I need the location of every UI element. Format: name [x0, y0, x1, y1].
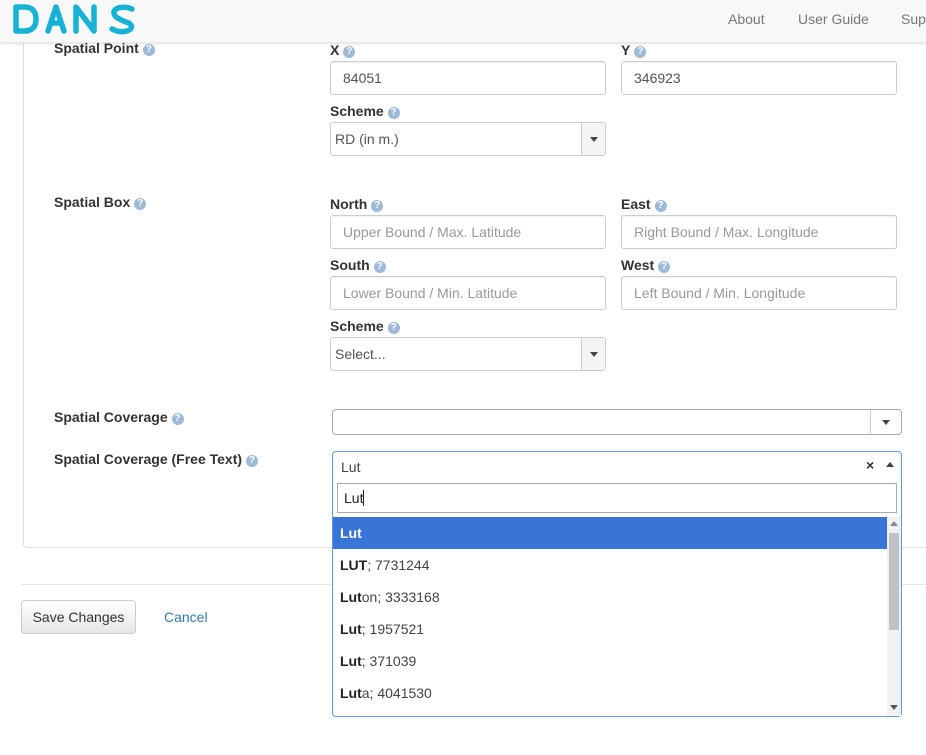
- east-label-text: East: [621, 196, 651, 212]
- option-rest: ; 371039: [361, 653, 417, 669]
- result-option[interactable]: Luton; 3333168: [333, 581, 887, 613]
- chevron-down-icon: [590, 352, 598, 357]
- chevron-up-icon[interactable]: [886, 462, 894, 467]
- save-changes-button[interactable]: Save Changes: [21, 600, 136, 634]
- result-option[interactable]: LUT; 7731244: [333, 549, 887, 581]
- south-label-text: South: [330, 257, 370, 273]
- east-input[interactable]: Right Bound / Max. Longitude: [621, 215, 897, 249]
- clear-icon[interactable]: ×: [866, 457, 874, 473]
- help-icon[interactable]: ?: [658, 261, 671, 273]
- south-input[interactable]: Lower Bound / Min. Latitude: [330, 276, 606, 310]
- nav-support[interactable]: Sup: [901, 11, 926, 27]
- help-icon[interactable]: ?: [246, 455, 259, 467]
- north-label-text: North: [330, 196, 368, 212]
- option-rest: ; 1957521: [361, 621, 425, 637]
- point-scheme-label-text: Scheme: [330, 103, 384, 119]
- x-label: X?: [330, 42, 356, 58]
- select-arrow[interactable]: [581, 123, 605, 155]
- y-label: Y?: [621, 42, 647, 58]
- spatial-coverage-select[interactable]: [332, 409, 902, 435]
- spatial-coverage-free-label: Spatial Coverage (Free Text)?: [54, 451, 259, 467]
- box-scheme-value: Select...: [335, 346, 386, 362]
- nav-about[interactable]: About: [728, 11, 765, 27]
- south-label: South?: [330, 257, 386, 273]
- result-option[interactable]: Luta; 4041530: [333, 677, 887, 709]
- point-scheme-value: RD (in m.): [335, 131, 399, 147]
- select-arrow[interactable]: [581, 338, 605, 370]
- west-input[interactable]: Left Bound / Min. Longitude: [621, 276, 897, 310]
- option-rest: on; 3333168: [361, 589, 440, 605]
- cancel-link[interactable]: Cancel: [164, 609, 208, 625]
- text-cursor: [363, 490, 365, 506]
- north-input[interactable]: Upper Bound / Max. Latitude: [330, 215, 606, 249]
- spatial-box-label-text: Spatial Box: [54, 194, 131, 210]
- y-input[interactable]: 346923: [621, 61, 897, 95]
- help-icon[interactable]: ?: [371, 200, 384, 212]
- help-icon[interactable]: ?: [171, 413, 184, 425]
- scrollbar-thumb[interactable]: [889, 533, 899, 630]
- help-icon[interactable]: ?: [387, 107, 400, 119]
- east-label: East?: [621, 196, 667, 212]
- nav-user-guide[interactable]: User Guide: [798, 11, 869, 27]
- result-option[interactable]: Lut: [333, 517, 887, 549]
- box-scheme-label: Scheme?: [330, 318, 400, 334]
- y-label-text: Y: [621, 42, 631, 58]
- help-icon[interactable]: ?: [634, 46, 647, 58]
- point-scheme-select[interactable]: RD (in m.): [330, 122, 606, 156]
- help-icon[interactable]: ?: [654, 200, 667, 212]
- scroll-up-icon[interactable]: [890, 521, 898, 526]
- chevron-down-icon: [882, 420, 890, 425]
- option-rest: a; 4041530: [361, 685, 432, 701]
- x-input[interactable]: 84051: [330, 61, 606, 95]
- result-option[interactable]: Lut; 371039: [333, 645, 887, 677]
- dropdown-search-input[interactable]: Lut: [337, 483, 897, 513]
- selected-value: Lut: [341, 459, 361, 475]
- option-rest: ; 7731244: [367, 557, 430, 573]
- option-match: LUT: [340, 557, 368, 573]
- spatial-coverage-free-label-text: Spatial Coverage (Free Text): [54, 451, 243, 467]
- north-label: North?: [330, 196, 384, 212]
- point-scheme-label: Scheme?: [330, 103, 400, 119]
- chevron-down-icon: [590, 137, 598, 142]
- dans-logo-mark: [13, 4, 135, 35]
- result-option[interactable]: Lut; 1957521: [333, 613, 887, 645]
- spatial-coverage-free-select[interactable]: Lut × Lut Lut LUT; 7731244 Luton; 333316…: [332, 451, 902, 717]
- help-icon[interactable]: ?: [373, 261, 386, 273]
- help-icon[interactable]: ?: [387, 322, 400, 334]
- option-match: Lut: [340, 525, 362, 541]
- help-icon[interactable]: ?: [142, 44, 155, 56]
- top-navbar: About User Guide Sup: [0, 0, 926, 43]
- box-scheme-label-text: Scheme: [330, 318, 384, 334]
- option-match: Lut: [340, 685, 362, 701]
- west-label: West?: [621, 257, 671, 273]
- west-label-text: West: [621, 257, 655, 273]
- help-icon[interactable]: ?: [343, 46, 356, 58]
- results-scrollbar[interactable]: [887, 517, 901, 716]
- select-arrow[interactable]: [870, 410, 901, 434]
- spatial-coverage-label: Spatial Coverage?: [54, 409, 184, 425]
- results-list: Lut LUT; 7731244 Luton; 3333168 Lut; 195…: [333, 517, 887, 716]
- spatial-coverage-label-text: Spatial Coverage: [54, 409, 168, 425]
- scroll-down-icon[interactable]: [890, 705, 898, 710]
- search-text: Lut: [344, 490, 364, 506]
- dans-logo[interactable]: [12, 2, 142, 39]
- help-icon[interactable]: ?: [134, 198, 147, 210]
- option-match: Lut: [340, 589, 362, 605]
- box-scheme-select[interactable]: Select...: [330, 337, 606, 371]
- spatial-box-label: Spatial Box?: [54, 194, 147, 210]
- option-match: Lut: [340, 653, 362, 669]
- option-match: Lut: [340, 621, 362, 637]
- x-label-text: X: [330, 42, 340, 58]
